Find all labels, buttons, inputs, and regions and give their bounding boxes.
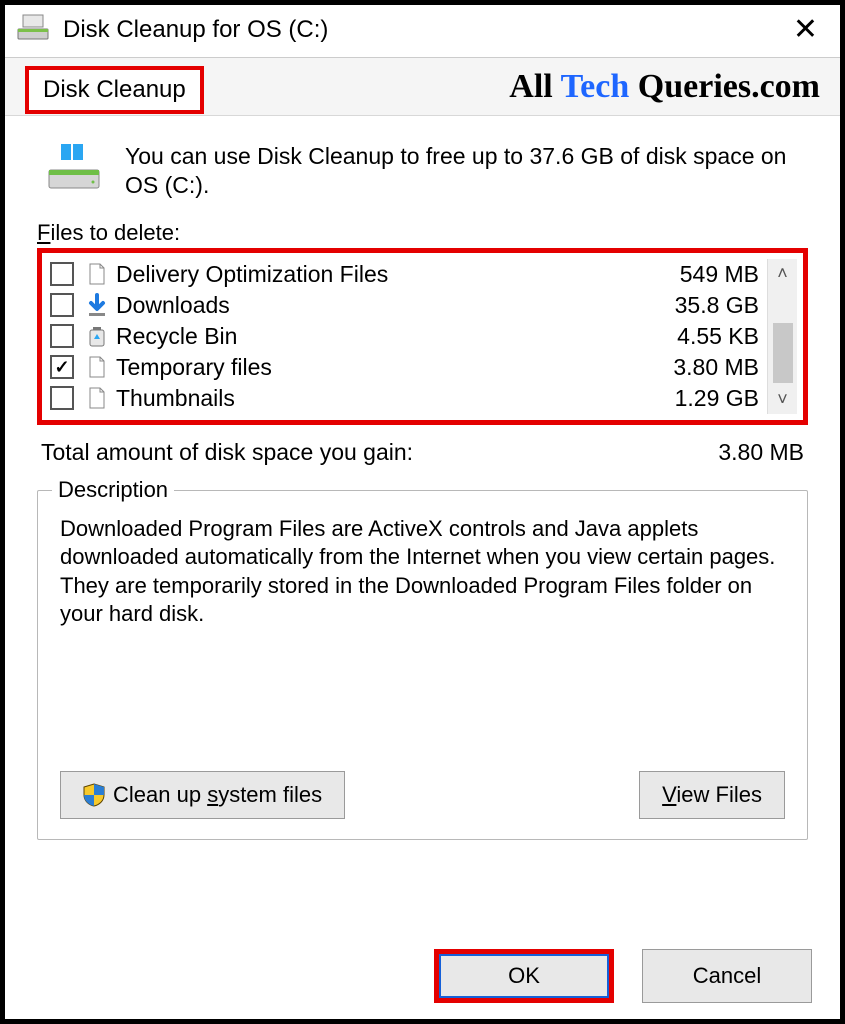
item-name: Delivery Optimization Files [116,261,639,288]
cancel-button[interactable]: Cancel [642,949,812,1003]
close-button[interactable]: ✕ [783,15,828,45]
view-files-button[interactable]: View Files [639,771,785,819]
drive-hero-icon [47,142,101,198]
tab-strip: Disk Cleanup All Tech Queries.com [5,58,840,116]
list-item[interactable]: Recycle Bin4.55 KB [48,321,767,352]
item-size: 1.29 GB [639,385,759,412]
ok-highlight: OK [434,949,614,1003]
watermark-all: All [509,68,560,105]
files-to-delete-label: Files to delete: [37,220,808,246]
item-name: Recycle Bin [116,323,639,350]
page-icon [84,262,110,286]
dialog-button-bar: OK Cancel [434,949,812,1003]
checkbox[interactable] [50,293,74,317]
tab-disk-cleanup[interactable]: Disk Cleanup [25,66,204,114]
drive-icon [17,13,49,47]
page-icon [84,386,110,410]
intro-text: You can use Disk Cleanup to free up to 3… [125,142,798,200]
titlebar: Disk Cleanup for OS (C:) ✕ [5,5,840,58]
checkbox[interactable] [50,386,74,410]
item-size: 35.8 GB [639,292,759,319]
checkbox[interactable] [50,355,74,379]
item-name: Thumbnails [116,385,639,412]
content-area: You can use Disk Cleanup to free up to 3… [5,116,840,840]
intro-row: You can use Disk Cleanup to free up to 3… [37,132,808,208]
scroll-up-icon[interactable]: ˄ [777,263,788,284]
list-item[interactable]: Thumbnails1.29 GB [48,383,767,414]
description-legend: Description [52,477,174,503]
cleanup-system-files-button[interactable]: Clean up system files [60,771,345,819]
watermark-queries: Queries.com [629,68,820,105]
cleanup-btn-label: Clean up system files [113,782,322,808]
checkbox[interactable] [50,324,74,348]
files-list: Delivery Optimization Files549 MBDownloa… [37,248,808,425]
files-label-rest: iles to delete: [50,220,180,245]
item-size: 4.55 KB [639,323,759,350]
download-icon [84,293,110,317]
window-title: Disk Cleanup for OS (C:) [63,16,783,44]
list-item[interactable]: Temporary files3.80 MB [48,352,767,383]
shield-icon [83,783,105,807]
checkbox[interactable] [50,262,74,286]
scrollbar[interactable]: ˄ ˅ [767,259,797,414]
list-item[interactable]: Delivery Optimization Files549 MB [48,259,767,290]
item-size: 549 MB [639,261,759,288]
recycle-icon [84,324,110,348]
item-name: Temporary files [116,354,639,381]
item-size: 3.80 MB [639,354,759,381]
list-item[interactable]: Downloads35.8 GB [48,290,767,321]
item-name: Downloads [116,292,639,319]
ok-button[interactable]: OK [439,954,609,998]
description-text: Downloaded Program Files are ActiveX con… [60,515,785,629]
scroll-down-icon[interactable]: ˅ [777,389,788,410]
scroll-thumb[interactable] [773,323,793,383]
watermark-tech: Tech [561,68,630,105]
total-value: 3.80 MB [718,439,804,466]
view-files-label: View Files [662,782,762,808]
dialog-window: Disk Cleanup for OS (C:) ✕ Disk Cleanup … [0,0,845,1024]
description-group: Description Downloaded Program Files are… [37,490,808,840]
watermark-text: All Tech Queries.com [509,68,820,106]
page-icon [84,355,110,379]
total-label: Total amount of disk space you gain: [41,439,413,466]
total-row: Total amount of disk space you gain: 3.8… [37,425,808,474]
files-label-accel: F [37,220,50,245]
